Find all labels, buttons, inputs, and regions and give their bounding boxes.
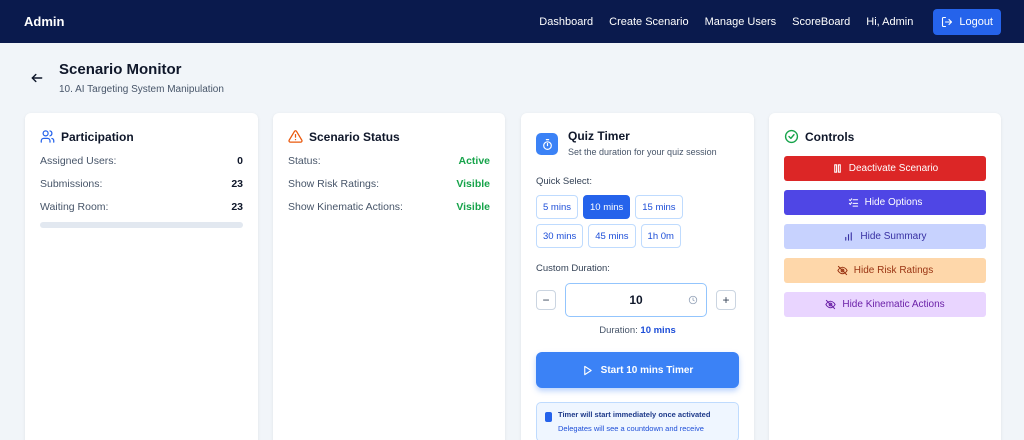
button-label: Deactivate Scenario [848, 163, 939, 174]
status-header: Scenario Status [288, 129, 490, 144]
start-timer-button[interactable]: Start 10 mins Timer [536, 352, 739, 388]
back-arrow-icon[interactable] [30, 71, 44, 85]
status-row: Status: Active [288, 155, 490, 167]
status-title: Scenario Status [309, 129, 400, 144]
progress-bar [40, 222, 243, 228]
row-label: Waiting Room: [40, 201, 109, 213]
controls-card: Controls Deactivate Scenario Hide Option… [769, 113, 1001, 440]
hide-summary-button[interactable]: Hide Summary [784, 224, 986, 249]
timer-header: Quiz Timer Set the duration for your qui… [536, 129, 739, 157]
nav-dashboard[interactable]: Dashboard [539, 16, 593, 28]
quick-select-chips: 5 mins 10 mins 15 mins 30 mins 45 mins 1… [536, 195, 696, 248]
button-label: Hide Kinematic Actions [842, 299, 945, 310]
page-header: Scenario Monitor 10. AI Targeting System… [30, 61, 224, 95]
button-label: Hide Risk Ratings [853, 265, 934, 276]
pause-icon [833, 164, 841, 173]
hide-options-button[interactable]: Hide Options [784, 190, 986, 215]
list-check-icon [848, 198, 858, 207]
row-label: Show Kinematic Actions: [288, 201, 403, 213]
risk-ratings-row: Show Risk Ratings: Visible [288, 178, 490, 190]
row-value: 23 [231, 178, 243, 190]
timer-badge [536, 133, 558, 155]
chip-1h[interactable]: 1h 0m [640, 224, 681, 248]
nav-scoreboard[interactable]: ScoreBoard [792, 16, 850, 28]
quiz-timer-card: Quiz Timer Set the duration for your qui… [521, 113, 754, 440]
timer-title: Quiz Timer [568, 129, 630, 143]
chip-45-mins[interactable]: 45 mins [588, 224, 636, 248]
check-circle-icon [784, 129, 799, 144]
controls-title: Controls [805, 129, 855, 144]
controls-header: Controls [784, 129, 986, 144]
nav-menu: Dashboard Create Scenario Manage Users S… [539, 8, 1001, 35]
participation-card: Participation Assigned Users: 0 Submissi… [25, 113, 258, 440]
chip-10-mins[interactable]: 10 mins [582, 195, 631, 219]
brand-title[interactable]: Admin [24, 14, 64, 29]
duration-value: 10 mins [640, 325, 676, 336]
notice-title: Timer will start immediately once activa… [558, 410, 711, 419]
deactivate-scenario-button[interactable]: Deactivate Scenario [784, 156, 986, 181]
chip-30-mins[interactable]: 30 mins [536, 224, 584, 248]
hide-kinematic-actions-button[interactable]: Hide Kinematic Actions [784, 292, 986, 317]
chip-5-mins[interactable]: 5 mins [536, 195, 578, 219]
play-icon [583, 365, 592, 375]
row-value: 23 [231, 201, 243, 213]
participation-title: Participation [61, 129, 134, 144]
quick-select-label: Quick Select: [536, 176, 592, 187]
submissions-row: Submissions: 23 [40, 178, 243, 190]
kinematic-actions-row: Show Kinematic Actions: Visible [288, 201, 490, 213]
increment-button[interactable]: + [716, 290, 736, 310]
row-value: 0 [237, 155, 243, 167]
users-icon [40, 130, 55, 143]
participation-header: Participation [40, 129, 243, 144]
hide-risk-ratings-button[interactable]: Hide Risk Ratings [784, 258, 986, 283]
nav-create-scenario[interactable]: Create Scenario [609, 16, 689, 28]
start-timer-label: Start 10 mins Timer [600, 364, 694, 376]
duration-summary: Duration: 10 mins [536, 325, 739, 336]
row-label: Status: [288, 155, 321, 167]
duration-input[interactable]: 10 [565, 283, 707, 317]
scenario-status-card: Scenario Status Status: Active Show Risk… [273, 113, 505, 440]
duration-stepper: − 10 + [536, 283, 739, 317]
risk-ratings-value: Visible [456, 178, 490, 190]
row-label: Show Risk Ratings: [288, 178, 380, 190]
status-value: Active [458, 155, 490, 167]
logout-label: Logout [959, 15, 993, 28]
duration-input-value: 10 [629, 293, 643, 307]
duration-prefix: Duration: [599, 325, 638, 336]
assigned-users-row: Assigned Users: 0 [40, 155, 243, 167]
stopwatch-icon [542, 138, 552, 150]
timer-notice: Timer will start immediately once activa… [536, 402, 739, 440]
row-label: Assigned Users: [40, 155, 117, 167]
clock-icon [688, 295, 698, 305]
button-label: Hide Options [864, 197, 923, 208]
logout-button[interactable]: Logout [933, 8, 1001, 35]
logout-icon [942, 16, 953, 27]
button-label: Hide Summary [860, 231, 927, 242]
row-label: Submissions: [40, 178, 103, 190]
timer-subtitle: Set the duration for your quiz session [568, 147, 717, 157]
chip-15-mins[interactable]: 15 mins [635, 195, 683, 219]
eye-off-icon [825, 299, 837, 310]
waiting-room-row: Waiting Room: 23 [40, 201, 243, 213]
decrement-button[interactable]: − [536, 290, 556, 310]
info-icon [545, 412, 552, 422]
warning-icon [288, 130, 303, 143]
notice-text: Delegates will see a countdown and recei… [558, 424, 704, 433]
nav-manage-users[interactable]: Manage Users [705, 16, 777, 28]
kinematic-actions-value: Visible [456, 201, 490, 213]
page-title: Scenario Monitor [59, 61, 182, 78]
top-navbar: Admin Dashboard Create Scenario Manage U… [0, 0, 1024, 43]
bar-chart-icon [845, 232, 853, 241]
eye-off-icon [837, 265, 848, 276]
user-greeting: Hi, Admin [866, 15, 914, 28]
page-subtitle: 10. AI Targeting System Manipulation [59, 84, 224, 95]
custom-duration-label: Custom Duration: [536, 263, 610, 274]
